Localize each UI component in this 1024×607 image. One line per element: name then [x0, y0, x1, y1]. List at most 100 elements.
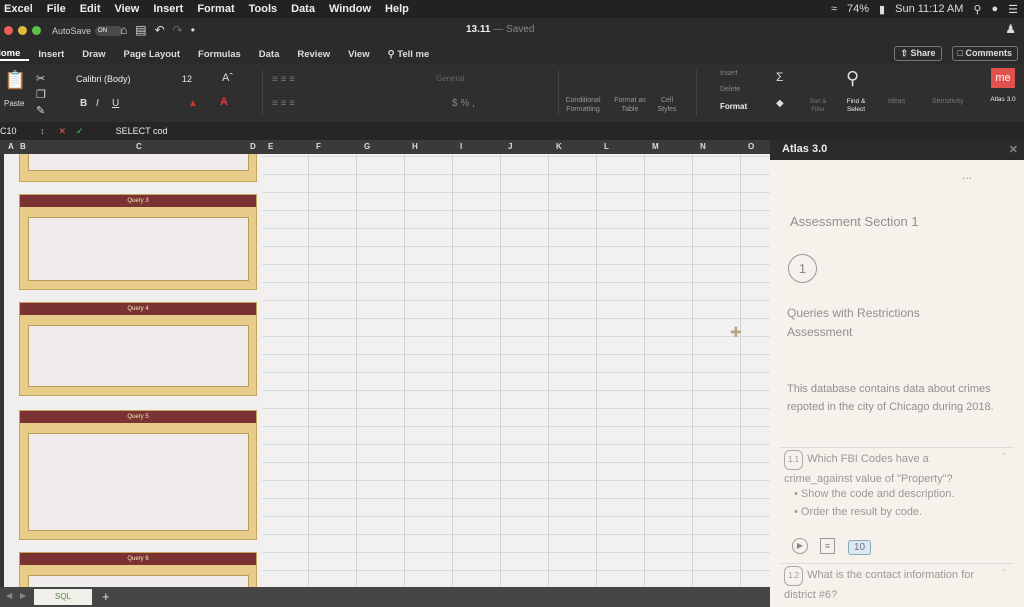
menu-excel[interactable]: Excel: [4, 3, 33, 15]
alignment-icon[interactable]: ≡ ≡ ≡: [272, 98, 295, 109]
maximize-window-button[interactable]: [32, 26, 41, 35]
run-query-icon[interactable]: ▶: [792, 538, 808, 554]
tab-formulas[interactable]: Formulas: [189, 49, 250, 60]
bold-button[interactable]: B: [80, 98, 87, 109]
insert-cells-button[interactable]: Insert: [720, 70, 738, 77]
column-header[interactable]: M: [652, 142, 659, 151]
column-header[interactable]: F: [316, 142, 321, 151]
sort-filter-button[interactable]: Sort & Filter: [804, 98, 832, 114]
italic-button[interactable]: I: [96, 98, 99, 109]
font-color-icon[interactable]: A: [220, 96, 228, 108]
atlas-addin-icon[interactable]: me: [991, 68, 1015, 88]
query-input[interactable]: [28, 154, 249, 171]
alignment-icon[interactable]: ≡ ≡ ≡: [272, 74, 295, 85]
column-header[interactable]: E: [268, 142, 273, 151]
currency-format-icon[interactable]: $ % ,: [452, 98, 475, 109]
menu-edit[interactable]: Edit: [80, 3, 101, 15]
atlas-button[interactable]: Atlas 3.0: [988, 96, 1018, 104]
menu-data[interactable]: Data: [291, 3, 315, 15]
tab-review[interactable]: Review: [288, 49, 339, 60]
clock[interactable]: Sun 11:12 AM: [895, 3, 963, 15]
collapse-icon[interactable]: ˆ: [1003, 568, 1006, 578]
menu-view[interactable]: View: [114, 3, 139, 15]
question-1-2[interactable]: 1.2 What is the contact information for d…: [784, 566, 999, 604]
notification-center-icon[interactable]: ☰: [1008, 3, 1018, 16]
query-input[interactable]: [28, 217, 249, 281]
fill-color-icon[interactable]: ▲: [188, 98, 198, 109]
menu-format[interactable]: Format: [197, 3, 234, 15]
sensitivity-button[interactable]: Sensitivity: [932, 98, 964, 105]
confirm-entry-icon[interactable]: ✓: [76, 126, 84, 137]
name-box-dropdown-icon[interactable]: ↕: [40, 126, 45, 136]
menu-help[interactable]: Help: [385, 3, 409, 15]
format-cells-button[interactable]: Format: [720, 102, 747, 111]
tab-view[interactable]: View: [339, 49, 378, 60]
menu-window[interactable]: Window: [329, 3, 371, 15]
account-icon[interactable]: ♟: [1005, 22, 1016, 36]
wifi-icon[interactable]: ≈: [831, 3, 837, 15]
number-format-select[interactable]: General: [436, 74, 546, 83]
siri-icon[interactable]: ●: [991, 3, 998, 15]
clear-icon[interactable]: ◆: [776, 98, 784, 109]
column-header[interactable]: B: [20, 142, 26, 151]
column-header[interactable]: H: [412, 142, 418, 151]
column-header[interactable]: G: [364, 142, 370, 151]
tell-me-search[interactable]: ⚲ Tell me: [379, 49, 439, 60]
close-pane-icon[interactable]: ✕: [1009, 143, 1018, 156]
column-header[interactable]: D: [250, 142, 256, 151]
home-icon[interactable]: ⌂: [120, 23, 127, 37]
tab-page-layout[interactable]: Page Layout: [115, 49, 190, 60]
column-header[interactable]: I: [460, 142, 462, 151]
redo-icon[interactable]: ↷: [173, 23, 183, 37]
underline-button[interactable]: U: [112, 98, 119, 109]
save-icon[interactable]: ▤: [135, 23, 146, 37]
format-as-table-button[interactable]: Format as Table: [612, 96, 648, 114]
tab-data[interactable]: Data: [250, 49, 289, 60]
query-input[interactable]: [28, 433, 249, 531]
notes-icon[interactable]: ≡: [820, 538, 835, 554]
undo-icon[interactable]: ↶: [155, 23, 165, 37]
font-size-select[interactable]: 12: [182, 74, 192, 84]
tab-insert[interactable]: Insert: [29, 49, 73, 60]
column-header[interactable]: N: [700, 142, 706, 151]
customize-toolbar-icon[interactable]: •: [191, 23, 195, 37]
column-header[interactable]: J: [508, 142, 512, 151]
column-header[interactable]: O: [748, 142, 754, 151]
share-button[interactable]: ⇧ Share: [894, 46, 942, 61]
sheet-tab-sql[interactable]: SQL: [34, 589, 92, 605]
find-icon[interactable]: ⚲: [846, 68, 859, 89]
formula-input[interactable]: SELECT cod: [116, 126, 168, 136]
delete-cells-button[interactable]: Delete: [720, 86, 740, 93]
autosum-icon[interactable]: Σ: [776, 70, 783, 84]
column-header[interactable]: K: [556, 142, 562, 151]
find-select-button[interactable]: Find & Select: [840, 98, 872, 114]
cancel-entry-icon[interactable]: ✕: [59, 126, 67, 137]
question-1-1[interactable]: 1.1 Which FBI Codes have a crime_against …: [784, 450, 999, 488]
conditional-formatting-button[interactable]: Conditional Formatting: [562, 96, 604, 114]
spotlight-search-icon[interactable]: ⚲: [973, 3, 981, 16]
column-header[interactable]: C: [136, 142, 142, 151]
menu-file[interactable]: File: [47, 3, 66, 15]
minimize-window-button[interactable]: [18, 26, 27, 35]
worksheet-grid[interactable]: Query 3 Query 4 Query 5 Query 6 ✚: [0, 154, 770, 587]
query-input[interactable]: [28, 325, 249, 387]
menu-insert[interactable]: Insert: [153, 3, 183, 15]
add-sheet-icon[interactable]: +: [102, 589, 110, 604]
paste-icon[interactable]: 📋: [4, 70, 26, 91]
cell-styles-button[interactable]: Cell Styles: [652, 96, 682, 114]
prev-sheet-icon[interactable]: ◀: [6, 591, 12, 600]
battery-icon[interactable]: ▮: [879, 3, 885, 16]
more-options-icon[interactable]: ...: [962, 168, 972, 182]
query-input[interactable]: [28, 575, 249, 587]
tab-home[interactable]: Home: [0, 48, 30, 61]
tab-draw[interactable]: Draw: [73, 49, 114, 60]
collapse-icon[interactable]: ˆ: [1003, 452, 1006, 462]
column-header[interactable]: L: [604, 142, 609, 151]
font-name-select[interactable]: Calibri (Body): [76, 74, 176, 84]
format-painter-icon[interactable]: ✎: [36, 104, 45, 117]
close-window-button[interactable]: [4, 26, 13, 35]
name-box[interactable]: C10: [0, 126, 34, 136]
cut-icon[interactable]: ✂: [36, 72, 45, 85]
comments-button[interactable]: □ Comments: [951, 46, 1018, 61]
increase-font-icon[interactable]: Aˆ: [222, 72, 233, 84]
